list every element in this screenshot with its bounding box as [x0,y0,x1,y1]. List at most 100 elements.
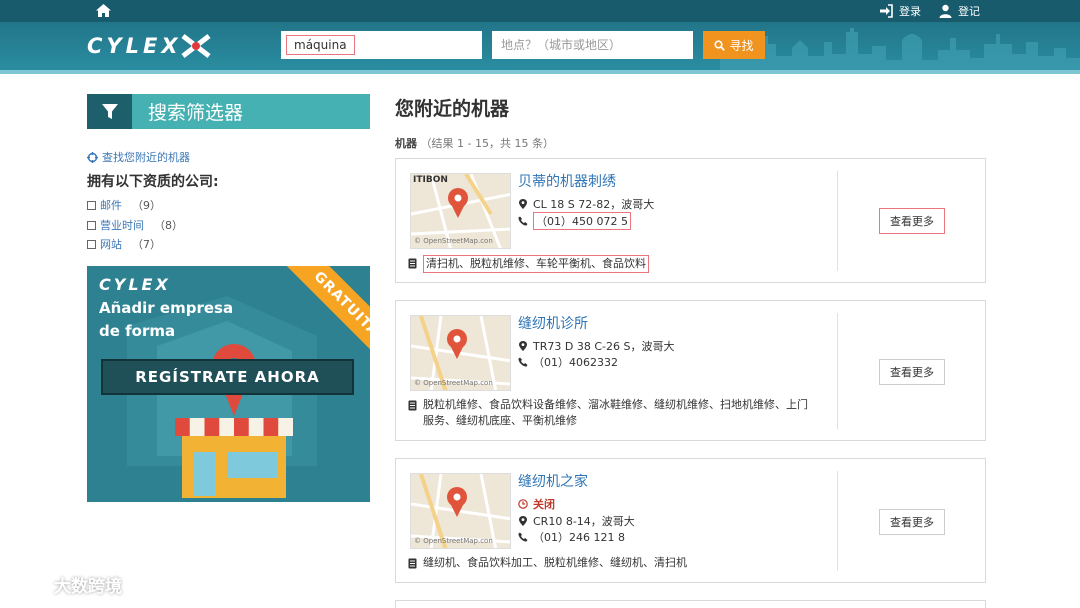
map-marker-icon [519,516,527,526]
register-now-button[interactable]: REGÍSTRATE AHORA [101,359,354,395]
qual-label[interactable]: 网站 [100,236,122,252]
register-label: 登记 [958,5,980,18]
promo-line-1: Añadir empresa [99,299,234,317]
sign-in-icon [880,4,893,18]
promo-line-2: de forma [99,322,176,340]
listing-name[interactable]: 缝纫机之家 [518,471,588,491]
listing-tags: 脱粒机维修、食品饮料设备维修、溜冰鞋维修、缝纫机维修、扫地机维修、上门 服务、缝… [408,397,808,429]
search-button-label: 寻找 [729,38,754,53]
qual-label[interactable]: 邮件 [100,197,122,213]
map-thumbnail[interactable]: ITIBON © OpenStreetMap.con [410,173,511,249]
header-divider [0,70,1080,74]
home-icon[interactable] [95,3,112,18]
filter-icon-box [87,94,132,129]
map-thumbnail[interactable]: © OpenStreetMap.con [410,315,511,391]
card-divider [837,171,838,271]
phone-text[interactable]: （01）450 072 5 [533,212,631,230]
card-divider [837,471,838,571]
checkbox[interactable] [87,239,96,249]
filter-icon [101,103,118,119]
results-summary: 机器 （结果 1 - 15，共 15 条） [395,135,554,151]
tags-line-1: 脱粒机维修、食品饮料设备维修、溜冰鞋维修、缝纫机维修、扫地机维修、上门 [423,398,808,411]
map-marker-icon [519,199,527,209]
crosshair-icon [87,151,98,163]
search-button[interactable]: 寻找 [703,31,765,59]
listing-address: CL 18 S 72-82，波哥大 [518,196,654,212]
user-icon [939,4,952,18]
view-more-button[interactable]: 查看更多 [879,208,945,234]
login-label: 登录 [899,5,921,18]
tags-line-2: 服务、缝纫机底座、平衡机维修 [423,414,577,427]
search-input[interactable]: máquina [281,31,482,59]
qual-filter-website[interactable]: 网站 （7） [87,236,161,252]
register-link[interactable]: 登记 [938,3,980,19]
search-icon [714,39,726,51]
cylex-logo[interactable]: CYLEX [87,34,212,58]
listing-tags: 清扫机、脱粒机维修、车轮平衡机、食品饮料 [408,255,649,273]
watermark-logo-icon [10,575,46,593]
phone-icon [518,357,528,367]
listing-phone: （01）4062332 [518,354,618,370]
map-thumbnail[interactable]: © OpenStreetMap.con [410,473,511,549]
find-nearby-link[interactable]: 查找您附近的机器 [87,149,190,165]
map-credit: © OpenStreetMap.con [414,537,493,545]
phone-text[interactable]: （01）4062332 [533,354,618,370]
qual-filter-email[interactable]: 邮件 （9） [87,197,161,213]
qual-filter-hours[interactable]: 营业时间 （8） [87,217,183,233]
map-credit: © OpenStreetMap.con [414,379,493,387]
checkbox[interactable] [87,220,96,230]
checkbox[interactable] [87,200,96,210]
city-skyline-graphic [720,28,1080,74]
promo-logo: CYLEX [99,275,171,294]
address-text: CL 18 S 72-82，波哥大 [533,198,655,211]
search-value: máquina [286,35,355,55]
logo-x-mark [181,34,211,58]
find-nearby-label: 查找您附近的机器 [102,151,190,164]
address-text: TR73 D 38 C-26 S，波哥大 [533,340,675,353]
login-link[interactable]: 登录 [879,3,921,19]
map-credit: © OpenStreetMap.con [414,237,493,245]
listing-status: 关闭 [518,496,555,512]
status-text: 关闭 [533,498,555,511]
tags-text: 清扫机、脱粒机维修、车轮平衡机、食品饮料 [423,255,649,273]
listing-tags: 缝纫机、食品饮料加工、脱粒机维修、缝纫机、清扫机 [408,555,687,571]
listing-name[interactable]: 贝蒂的机器刺绣 [518,171,616,191]
watermark: 大数跨境 [8,572,122,597]
document-icon [408,258,417,269]
phone-icon [518,216,528,226]
results-detail: （结果 1 - 15，共 15 条） [420,137,554,150]
tags-text: 脱粒机维修、食品饮料设备维修、溜冰鞋维修、缝纫机维修、扫地机维修、上门 服务、缝… [423,397,808,429]
promo-banner[interactable]: CYLEX Añadir empresa de forma GRATUITA! … [87,266,370,502]
view-more-button[interactable]: 查看更多 [879,509,945,535]
qual-count: （8） [154,219,183,232]
qual-label[interactable]: 营业时间 [100,217,144,233]
qual-count: （7） [132,238,161,251]
watermark-text: 大数跨境 [54,577,122,597]
listing-card: © OpenStreetMap.con 缝纫机诊所 TR73 D 38 C-26… [395,300,986,441]
map-marker-icon [519,341,527,351]
document-icon [408,400,417,411]
listing-card: © OpenStreetMap.con 缝纫机之家 关闭 CR10 8-14，波… [395,458,986,583]
document-icon [408,558,417,569]
filter-title: 搜索筛选器 [148,102,244,124]
view-more-button[interactable]: 查看更多 [879,359,945,385]
listing-card: ITIBON © OpenStreetMap.con 贝蒂的机器刺绣 CL 18… [395,158,986,283]
listing-address: TR73 D 38 C-26 S，波哥大 [518,338,674,354]
page-title: 您附近的机器 [395,98,510,120]
qualifications-title: 拥有以下资质的公司: [87,174,219,190]
card-divider [837,313,838,429]
listing-name[interactable]: 缝纫机诊所 [518,313,588,333]
map-label: ITIBON [413,175,448,185]
listing-phone: （01）246 121 8 [518,529,625,545]
phone-text[interactable]: （01）246 121 8 [533,529,625,545]
listing-address: CR10 8-14，波哥大 [518,513,635,529]
address-text: CR10 8-14，波哥大 [533,515,635,528]
qual-count: （9） [132,199,161,212]
location-input[interactable]: 地点？（城市或地区） [492,31,693,59]
filter-header: 搜索筛选器 [87,94,370,129]
clock-icon [518,499,528,509]
logo-text: CYLEX [87,34,182,58]
listing-phone: （01）450 072 5 [518,212,631,230]
listing-card [395,600,986,608]
tags-text: 缝纫机、食品饮料加工、脱粒机维修、缝纫机、清扫机 [423,556,687,569]
